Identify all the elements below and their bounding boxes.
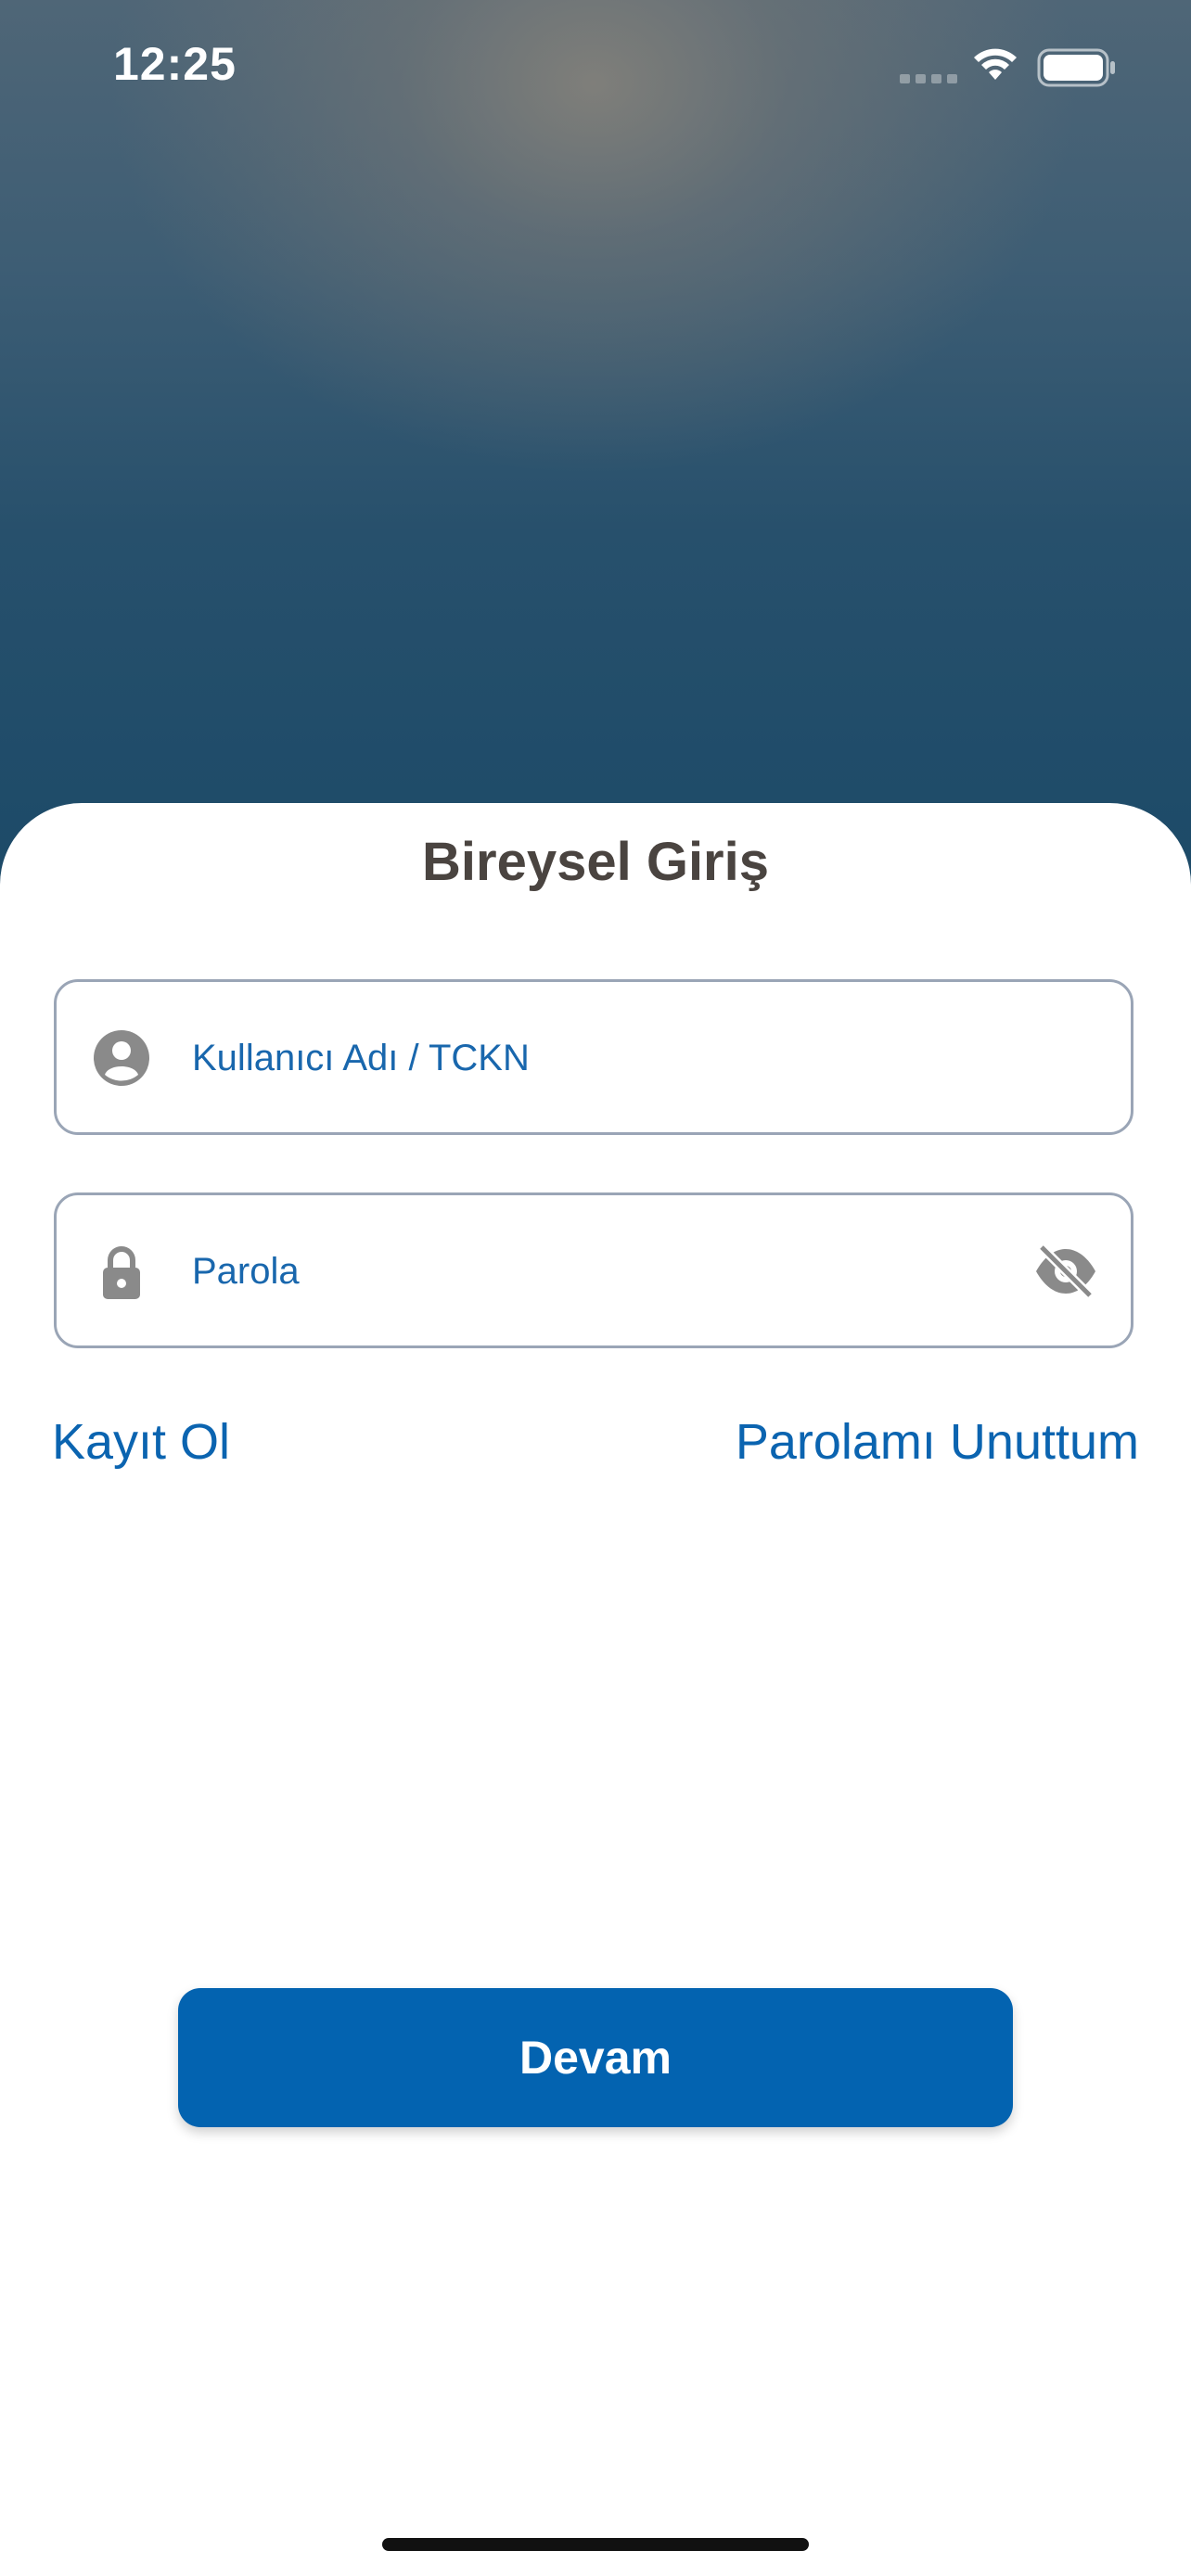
username-field[interactable] xyxy=(54,979,1133,1135)
battery-icon xyxy=(1037,48,1115,87)
username-input[interactable] xyxy=(190,982,992,1134)
status-bar: 12:25 xyxy=(0,0,1191,139)
lock-icon xyxy=(103,1246,140,1299)
eye-slash-icon[interactable] xyxy=(1032,1242,1099,1301)
password-input[interactable] xyxy=(190,1195,992,1347)
page-title: Bireysel Giriş xyxy=(422,832,769,892)
wifi-icon xyxy=(974,48,1017,80)
register-link[interactable]: Kayıt Ol xyxy=(52,1413,230,1471)
continue-button[interactable]: Devam xyxy=(178,1988,1013,2127)
forgot-password-link[interactable]: Parolamı Unuttum xyxy=(736,1413,1139,1471)
user-circle-icon xyxy=(94,1030,149,1086)
home-indicator xyxy=(382,2538,809,2551)
status-time: 12:25 xyxy=(113,38,237,90)
password-field[interactable] xyxy=(54,1192,1133,1348)
cellular-signal-icon xyxy=(900,74,957,83)
